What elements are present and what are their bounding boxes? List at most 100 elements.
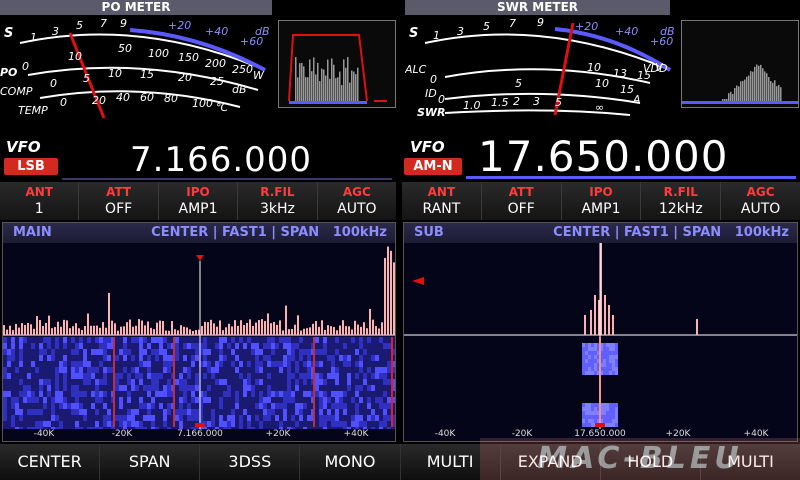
waterfall-cell	[379, 361, 383, 367]
spectrum-bar	[48, 315, 50, 335]
sub-param-ipo[interactable]: IPO AMP1	[561, 182, 642, 220]
waterfall-cell	[359, 409, 363, 415]
waterfall-cell	[3, 391, 7, 397]
main-scope-settings[interactable]: CENTER | FAST1 | SPAN	[151, 225, 319, 240]
main-param-agc[interactable]: AGC AUTO	[317, 182, 397, 220]
waterfall-cell	[291, 403, 295, 409]
waterfall-cell	[135, 349, 139, 355]
3dss-key[interactable]: 3DSS	[200, 444, 301, 480]
waterfall-cell	[582, 423, 585, 427]
waterfall-cell	[83, 343, 87, 349]
waterfall-cell	[67, 397, 71, 403]
waterfall-cell	[203, 337, 207, 343]
po-meter[interactable]: S 13579 +20 +40+60dB PO 01050 100 150 200 250 W…	[0, 15, 275, 120]
main-scope-span[interactable]: 100kHz	[333, 225, 387, 240]
sub-frequency[interactable]: 17.650.000	[478, 132, 728, 181]
waterfall-cell	[271, 421, 275, 427]
waterfall-cell	[299, 385, 303, 391]
waterfall-cell	[323, 355, 327, 361]
waterfall-cell	[7, 397, 11, 403]
waterfall-cell	[588, 423, 591, 427]
waterfall-cell	[35, 355, 39, 361]
sub-param-ant[interactable]: ANT RANT	[402, 182, 482, 220]
svg-text:0: 0	[430, 73, 437, 86]
waterfall-cell	[327, 367, 331, 373]
waterfall-cell	[163, 349, 167, 355]
waterfall-cell	[179, 415, 183, 421]
waterfall-cell	[259, 343, 263, 349]
sub-scope-span[interactable]: 100kHz	[735, 225, 789, 240]
waterfall-cell	[139, 349, 143, 355]
main-mode-badge[interactable]: LSB	[4, 158, 58, 175]
mono-key[interactable]: MONO	[300, 444, 401, 480]
waterfall-cell	[43, 367, 47, 373]
waterfall-cell	[283, 349, 287, 355]
waterfall-cell	[591, 367, 594, 371]
sub-mode-badge[interactable]: AM-N	[404, 158, 462, 175]
waterfall-cell	[99, 379, 103, 385]
waterfall-cell	[271, 409, 275, 415]
waterfall-cell	[594, 407, 597, 411]
waterfall-cell	[143, 403, 147, 409]
waterfall-cell	[591, 355, 594, 359]
main-param-att[interactable]: ATT OFF	[79, 182, 159, 220]
waterfall-cell	[347, 337, 351, 343]
waterfall-cell	[163, 343, 167, 349]
spectrum-bar	[360, 326, 362, 335]
sub-scope[interactable]: SUB CENTER | FAST1 | SPAN 100kHz -40K -2…	[403, 222, 798, 442]
waterfall-cell	[55, 397, 59, 403]
spectrum-bar	[96, 325, 98, 335]
spectrum-bar	[222, 330, 224, 335]
waterfall-cell	[351, 373, 355, 379]
waterfall-cell	[79, 409, 83, 415]
span-key[interactable]: SPAN	[100, 444, 201, 480]
waterfall-cell	[139, 403, 143, 409]
waterfall-cell	[7, 343, 11, 349]
waterfall-cell	[331, 409, 335, 415]
waterfall-cell	[23, 349, 27, 355]
main-param-ipo[interactable]: IPO AMP1	[158, 182, 239, 220]
sub-param-att[interactable]: ATT OFF	[481, 182, 562, 220]
waterfall-cell	[291, 355, 295, 361]
waterfall-cell	[267, 367, 271, 373]
waterfall-cell	[375, 343, 379, 349]
mini-spectrum-bar	[736, 85, 738, 101]
svg-text:1.5: 1.5	[491, 96, 509, 109]
waterfall-cell	[351, 343, 355, 349]
waterfall-cell	[23, 403, 27, 409]
sub-scope-settings[interactable]: CENTER | FAST1 | SPAN	[553, 225, 721, 240]
waterfall-cell	[27, 373, 31, 379]
main-scope-axis: -40K -20K 7.166.000 +20K +40K	[33, 429, 369, 439]
spectrum-bar	[345, 326, 347, 335]
waterfall-cell	[379, 409, 383, 415]
waterfall-cell	[609, 355, 612, 359]
waterfall-cell	[335, 367, 339, 373]
waterfall-cell	[319, 409, 323, 415]
waterfall-cell	[147, 337, 151, 343]
waterfall-cell	[51, 403, 55, 409]
waterfall-cell	[606, 415, 609, 419]
sub-param-rfil[interactable]: R.FIL 12kHz	[641, 182, 722, 220]
main-param-ant[interactable]: ANT 1	[0, 182, 80, 220]
svg-text:7: 7	[509, 17, 516, 30]
center-key[interactable]: CENTER	[0, 444, 101, 480]
waterfall-cell	[606, 355, 609, 359]
waterfall-cell	[143, 337, 147, 343]
waterfall-cell	[87, 385, 91, 391]
main-scope[interactable]: MAIN CENTER | FAST1 | SPAN 100kHz -40K -…	[2, 222, 396, 442]
waterfall-cell	[91, 397, 95, 403]
waterfall-cell	[103, 397, 107, 403]
main-param-rfil[interactable]: R.FIL 3kHz	[238, 182, 318, 220]
waterfall-cell	[175, 343, 179, 349]
main-frequency[interactable]: 7.166.000	[130, 140, 312, 180]
waterfall-cell	[235, 367, 239, 373]
waterfall-cell	[35, 337, 39, 343]
waterfall-cell	[47, 415, 51, 421]
spectrum-bar	[330, 326, 332, 335]
spectrum-bar	[393, 262, 395, 335]
sub-param-agc[interactable]: AGC AUTO	[721, 182, 800, 220]
waterfall-cell	[275, 403, 279, 409]
waterfall-cell	[75, 421, 79, 427]
waterfall-cell	[283, 403, 287, 409]
swr-meter[interactable]: S 13579 +20 +40+60dB ALC010 13 15VVDD ID 05 1…	[405, 15, 680, 120]
